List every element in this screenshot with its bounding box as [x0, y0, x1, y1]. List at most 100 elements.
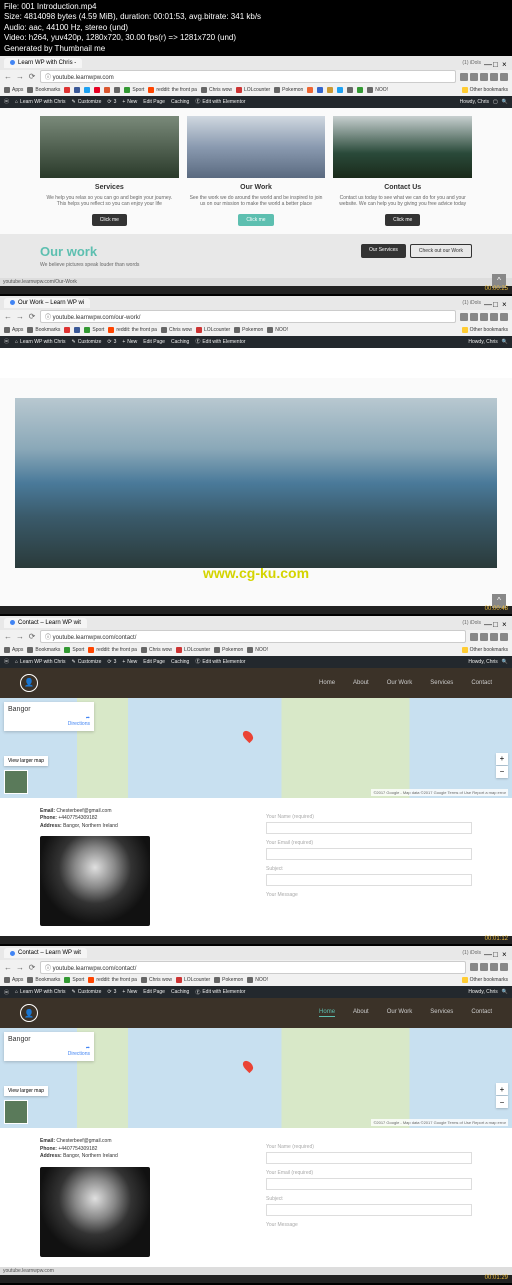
apps-bookmark[interactable]: Apps — [4, 327, 23, 333]
bookmark-item[interactable]: Pokemon — [274, 87, 303, 93]
wp-updates[interactable]: ⟳ 3 — [107, 99, 116, 105]
bookmark-item[interactable]: Sport — [124, 87, 144, 93]
browser-tab[interactable]: Contact – Learn WP wit — [4, 948, 87, 958]
browser-tab[interactable]: Contact – Learn WP wit — [4, 618, 87, 628]
subject-input[interactable] — [266, 874, 472, 886]
map-type-toggle[interactable] — [4, 1100, 28, 1124]
bookmark-item[interactable] — [327, 87, 333, 93]
bookmark-item[interactable] — [317, 87, 323, 93]
reload-icon[interactable]: ⟳ — [28, 73, 36, 81]
wp-caching[interactable]: Caching — [171, 99, 189, 105]
forward-icon[interactable]: → — [16, 963, 24, 971]
click-me-button[interactable]: Click me — [92, 214, 127, 226]
nav-home[interactable]: Home — [319, 680, 335, 686]
close-icon[interactable]: × — [502, 300, 508, 306]
url-input[interactable]: ⓘ youtube.learnwpw.com/our-work/ — [40, 310, 456, 323]
ext-icon[interactable] — [470, 73, 478, 81]
bookmark-item[interactable]: Bookmarks — [27, 647, 60, 653]
wp-updates[interactable]: ⟳ 3 — [107, 989, 116, 995]
wp-customize[interactable]: ✎ Customize — [72, 339, 102, 345]
bookmark-item[interactable] — [337, 87, 343, 93]
bookmark-item[interactable] — [357, 87, 363, 93]
ext-icon[interactable] — [480, 73, 488, 81]
nav-services[interactable]: Services — [430, 680, 453, 686]
bookmark-item[interactable]: Chris wow — [141, 647, 172, 653]
url-input[interactable]: ⓘ youtube.learnwpw.com/contact/ — [40, 630, 466, 643]
back-icon[interactable]: ← — [4, 73, 12, 81]
other-bookmarks[interactable]: Other bookmarks — [462, 647, 508, 653]
wp-avatar-icon[interactable]: ▢ — [493, 99, 498, 105]
bookmark-item[interactable]: LOLcounter — [236, 87, 270, 93]
wp-elementor[interactable]: Ⓔ Edit with Elementor — [195, 338, 245, 345]
name-input[interactable] — [266, 1152, 472, 1164]
ext-icon[interactable] — [490, 313, 498, 321]
zoom-in-button[interactable]: + — [496, 1083, 508, 1095]
other-bookmarks[interactable]: Other bookmarks — [462, 977, 508, 983]
nav-contact[interactable]: Contact — [471, 1009, 492, 1017]
apps-bookmark[interactable]: Apps — [4, 647, 23, 653]
wp-logo-icon[interactable]: ⓦ — [4, 98, 9, 105]
wp-elementor[interactable]: Ⓔ Edit with Elementor — [195, 98, 245, 105]
wp-updates[interactable]: ⟳ 3 — [107, 659, 116, 665]
nav-work[interactable]: Our Work — [387, 1009, 413, 1017]
menu-icon[interactable] — [500, 963, 508, 971]
wp-howdy[interactable]: Howdy, Chris — [468, 989, 497, 995]
reload-icon[interactable]: ⟳ — [28, 633, 36, 641]
wp-logo-icon[interactable]: ⓦ — [4, 658, 9, 665]
logo-icon[interactable]: 👤 — [20, 1004, 38, 1022]
zoom-out-button[interactable]: − — [496, 766, 508, 778]
minimize-icon[interactable]: — — [484, 620, 490, 626]
minimize-icon[interactable]: — — [484, 300, 490, 306]
wp-updates[interactable]: ⟳ 3 — [107, 339, 116, 345]
close-icon[interactable]: × — [502, 620, 508, 626]
ext-icon[interactable] — [490, 963, 498, 971]
bookmark-item[interactable]: Sport — [64, 647, 84, 653]
bookmark-item[interactable]: Chris wow — [141, 977, 172, 983]
subject-input[interactable] — [266, 1204, 472, 1216]
maximize-icon[interactable]: □ — [493, 620, 499, 626]
maximize-icon[interactable]: □ — [493, 300, 499, 306]
ext-icon[interactable] — [480, 633, 488, 641]
url-input[interactable]: ⓘ youtube.learnwpw.com/contact/ — [40, 961, 466, 974]
bookmark-item[interactable] — [64, 327, 70, 333]
wp-customize[interactable]: ✎ Customize — [72, 989, 102, 995]
directions-link[interactable]: ➦Directions — [8, 715, 90, 727]
wp-customize[interactable]: ✎ Customize — [72, 659, 102, 665]
menu-icon[interactable] — [500, 313, 508, 321]
other-bookmarks[interactable]: Other bookmarks — [462, 87, 508, 93]
ext-icon[interactable] — [490, 73, 498, 81]
wp-elementor[interactable]: Ⓔ Edit with Elementor — [195, 658, 245, 665]
google-map[interactable]: Bangor ➦Directions View larger map + − ©… — [0, 1028, 512, 1128]
ext-icon[interactable] — [470, 963, 478, 971]
bookmark-item[interactable]: Bookmarks — [27, 327, 60, 333]
other-bookmarks[interactable]: Other bookmarks — [462, 327, 508, 333]
wp-howdy[interactable]: Howdy, Chris — [468, 339, 497, 345]
bookmark-item[interactable]: Chris wow — [201, 87, 232, 93]
wp-search-icon[interactable]: 🔍 — [502, 99, 508, 105]
reload-icon[interactable]: ⟳ — [28, 313, 36, 321]
maximize-icon[interactable]: □ — [493, 950, 499, 956]
nav-about[interactable]: About — [353, 680, 369, 686]
nav-work[interactable]: Our Work — [387, 680, 413, 686]
forward-icon[interactable]: → — [16, 73, 24, 81]
wp-search-icon[interactable]: 🔍 — [502, 339, 508, 345]
wp-logo-icon[interactable]: ⓦ — [4, 338, 9, 345]
maximize-icon[interactable]: □ — [493, 60, 499, 66]
wp-customize[interactable]: ✎ Customize — [72, 99, 102, 105]
nav-about[interactable]: About — [353, 1009, 369, 1017]
check-work-button[interactable]: Check out our Work — [410, 244, 472, 258]
directions-link[interactable]: ➦Directions — [8, 1045, 90, 1057]
bookmark-item[interactable] — [74, 87, 80, 93]
bookmark-item[interactable] — [64, 87, 70, 93]
bookmark-item[interactable]: Sport — [84, 327, 104, 333]
our-services-button[interactable]: Our Services — [361, 244, 406, 258]
bookmark-item[interactable]: NOO! — [267, 327, 288, 333]
wp-search-icon[interactable]: 🔍 — [502, 659, 508, 665]
back-icon[interactable]: ← — [4, 963, 12, 971]
close-icon[interactable]: × — [502, 950, 508, 956]
bookmark-item[interactable]: Pokemon — [214, 647, 243, 653]
wp-site-link[interactable]: ⌂ Learn WP with Chris — [15, 99, 66, 105]
forward-icon[interactable]: → — [16, 633, 24, 641]
bookmark-item[interactable] — [94, 87, 100, 93]
ext-icon[interactable] — [460, 313, 468, 321]
